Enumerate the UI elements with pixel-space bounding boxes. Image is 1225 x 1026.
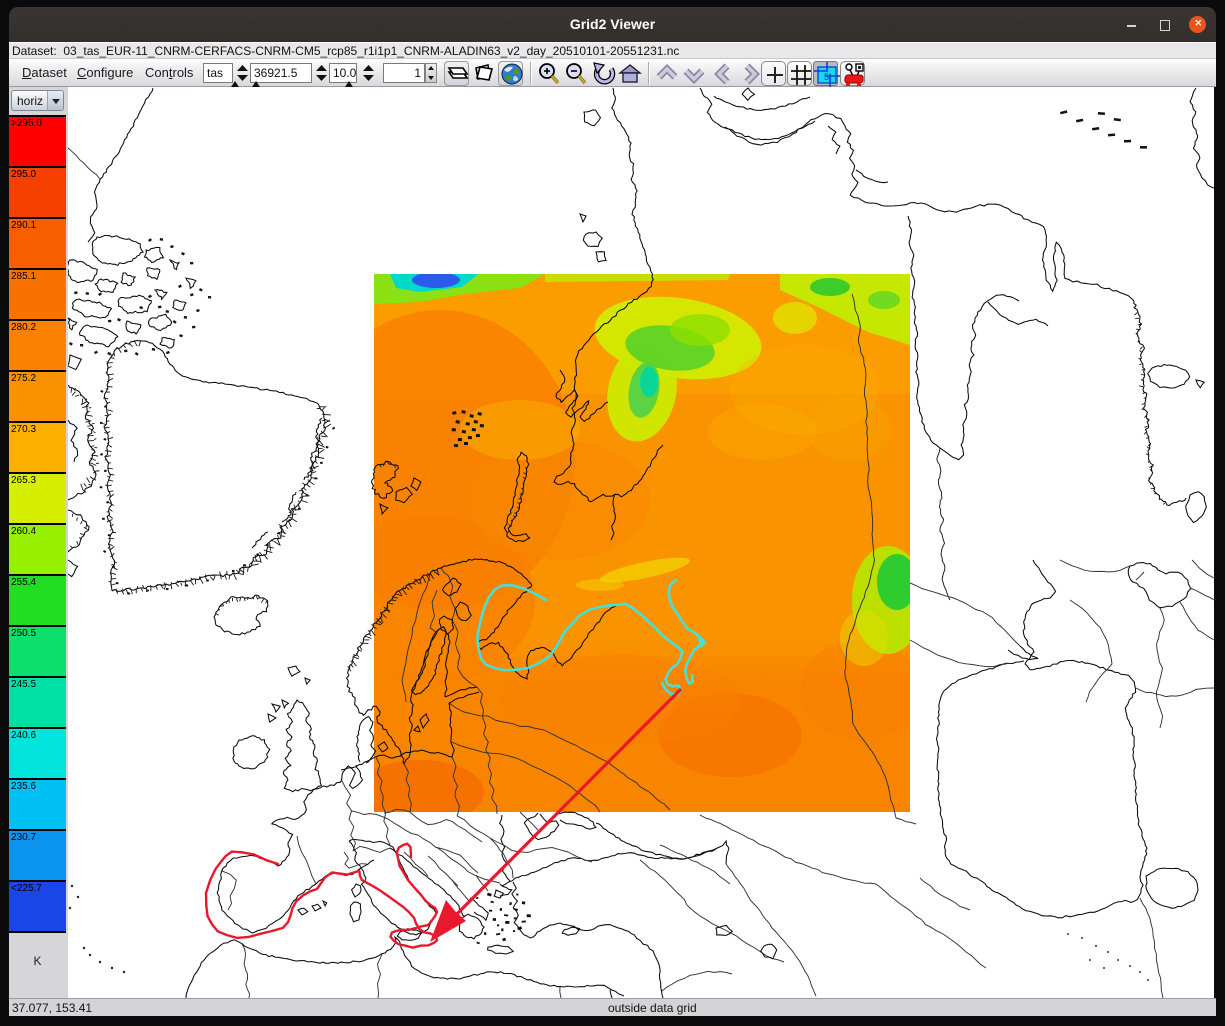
svg-text:5: 5 <box>824 72 829 82</box>
